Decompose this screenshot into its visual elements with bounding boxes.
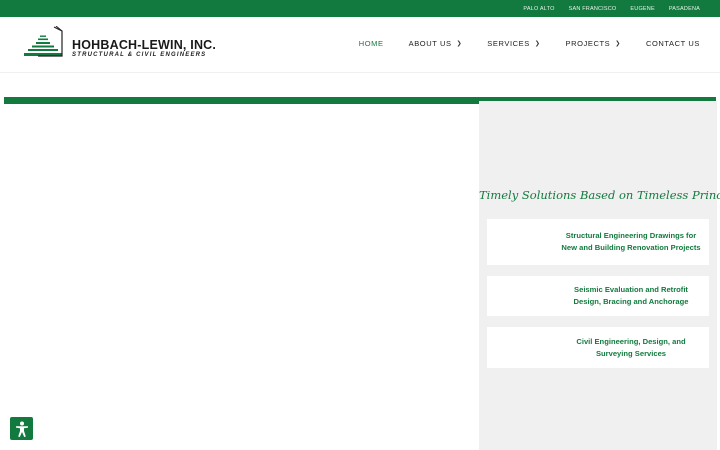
- nav-home-label: HOME: [358, 39, 384, 48]
- hero-tagline: Timely Solutions Based on Timeless Princ…: [479, 188, 720, 202]
- nav-projects-label: PROJECTS: [565, 39, 611, 48]
- service-card-structural[interactable]: Structural Engineering Drawings for New …: [487, 219, 709, 265]
- service-card-text: Seismic Evaluation and Retrofit Design, …: [573, 285, 689, 306]
- service-card-civil[interactable]: Civil Engineering, Design, and Surveying…: [487, 327, 709, 368]
- accessibility-icon: [15, 421, 28, 437]
- nav-contact-us[interactable]: CONTACT US: [646, 39, 700, 48]
- company-tagline: STRUCTURAL & CIVIL ENGINEERS: [72, 52, 207, 58]
- nav-about-label: ABOUT US: [408, 39, 452, 48]
- logo-mark-icon: [24, 26, 63, 57]
- company-logo[interactable]: HOHBACH-LEWIN, INC. STRUCTURAL & CIVIL E…: [24, 26, 217, 60]
- top-bar: PALO ALTO SAN FRANCISCO EUGENE PASADENA: [0, 0, 720, 17]
- nav-home[interactable]: HOME: [359, 39, 384, 48]
- service-card-text: Civil Engineering, Design, and Surveying…: [576, 336, 686, 358]
- nav-services[interactable]: SERVICES ❯: [487, 39, 540, 48]
- location-link-pasadena[interactable]: PASADENA: [669, 6, 700, 12]
- chevron-down-icon: ❯: [615, 41, 621, 47]
- chevron-down-icon: ❯: [534, 41, 541, 47]
- nav-about-us[interactable]: ABOUT US ❯: [409, 39, 463, 48]
- main-nav: HOME ABOUT US ❯ SERVICES ❯ PROJECTS ❯ CONTA…: [334, 39, 700, 48]
- accessibility-button[interactable]: [10, 417, 33, 440]
- service-card-text: Structural Engineering Drawings for New …: [561, 231, 701, 252]
- site-header: HOHBACH-LEWIN, INC. STRUCTURAL & CIVIL E…: [0, 17, 720, 73]
- nav-services-label: SERVICES: [487, 39, 530, 48]
- location-links: PALO ALTO SAN FRANCISCO EUGENE PASADENA: [523, 0, 700, 17]
- company-name: HOHBACH-LEWIN, INC.: [72, 38, 217, 52]
- location-link-palo-alto[interactable]: PALO ALTO: [523, 6, 554, 12]
- location-link-san-francisco[interactable]: SAN FRANCISCO: [569, 6, 617, 12]
- nav-projects[interactable]: PROJECTS ❯: [565, 39, 620, 48]
- chevron-down-icon: ❯: [456, 41, 463, 47]
- nav-contact-label: CONTACT US: [645, 39, 700, 48]
- location-link-eugene[interactable]: EUGENE: [630, 6, 654, 12]
- service-card-seismic[interactable]: Seismic Evaluation and Retrofit Design, …: [487, 276, 709, 316]
